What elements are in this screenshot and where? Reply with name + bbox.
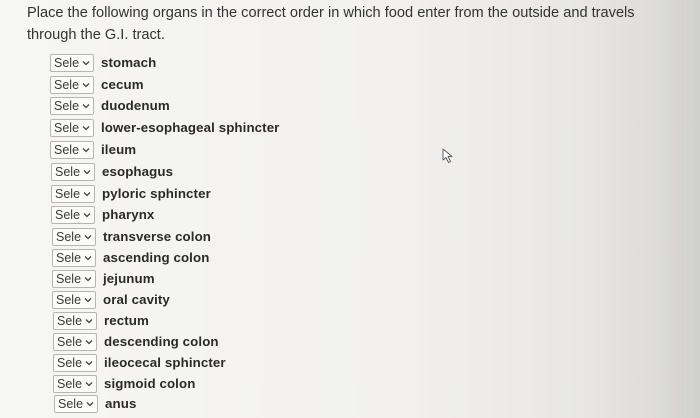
chevron-down-icon — [82, 147, 90, 152]
organ-label: descending colon — [104, 334, 219, 349]
order-select[interactable]: Sele — [52, 227, 96, 246]
list-item: Sele jejunum — [52, 269, 155, 288]
list-item: Sele sigmoid colon — [53, 374, 195, 393]
select-placeholder: Sele — [56, 229, 82, 244]
chevron-down-icon — [83, 191, 91, 196]
organ-label: lower-esophageal sphincter — [101, 120, 280, 135]
select-placeholder: Sele — [55, 207, 81, 222]
chevron-down-icon — [83, 169, 91, 174]
list-item: Sele pyloric sphincter — [51, 184, 211, 203]
organ-label: pyloric sphincter — [102, 186, 211, 201]
order-select[interactable]: Sele — [52, 269, 96, 288]
chevron-down-icon — [84, 255, 92, 260]
list-item: Sele oral cavity — [52, 290, 170, 309]
chevron-down-icon — [82, 82, 90, 87]
list-item: Sele ascending colon — [52, 248, 209, 267]
order-select[interactable]: Sele — [50, 118, 94, 137]
order-select[interactable]: Sele — [51, 205, 95, 224]
organ-label: pharynx — [102, 207, 155, 222]
list-item: Sele rectum — [53, 311, 149, 330]
select-placeholder: Sele — [54, 120, 80, 135]
list-item: Sele duodenum — [50, 96, 170, 115]
order-select[interactable]: Sele — [54, 394, 98, 413]
select-placeholder: Sele — [56, 292, 82, 307]
chevron-down-icon — [84, 276, 92, 281]
list-item: Sele anus — [54, 394, 136, 413]
organ-label: stomach — [101, 55, 157, 70]
chevron-down-icon — [84, 234, 92, 239]
select-placeholder: Sele — [55, 164, 81, 179]
select-placeholder: Sele — [56, 271, 82, 286]
list-item: Sele transverse colon — [52, 227, 211, 246]
list-item: Sele cecum — [50, 75, 144, 94]
chevron-down-icon — [86, 401, 94, 406]
order-select[interactable]: Sele — [50, 75, 94, 94]
organ-label: jejunum — [103, 271, 155, 286]
organ-label: ascending colon — [103, 250, 210, 265]
organ-label: anus — [105, 396, 137, 411]
select-placeholder: Sele — [54, 142, 80, 157]
select-placeholder: Sele — [57, 313, 83, 328]
organ-label: duodenum — [101, 98, 170, 113]
list-item: Sele ileocecal sphincter — [53, 353, 226, 372]
select-placeholder: Sele — [57, 334, 83, 349]
organ-label: esophagus — [102, 164, 174, 179]
order-select[interactable]: Sele — [50, 140, 94, 159]
chevron-down-icon — [85, 318, 93, 323]
order-select[interactable]: Sele — [51, 162, 95, 181]
order-select[interactable]: Sele — [52, 290, 96, 309]
chevron-down-icon — [83, 212, 91, 217]
organ-label: ileum — [101, 142, 137, 157]
order-select[interactable]: Sele — [53, 332, 97, 351]
chevron-down-icon — [85, 360, 93, 365]
organ-label: ileocecal sphincter — [104, 355, 226, 370]
select-placeholder: Sele — [54, 55, 80, 70]
order-select[interactable]: Sele — [50, 53, 94, 72]
list-item: Sele ileum — [50, 140, 136, 159]
chevron-down-icon — [85, 381, 93, 386]
order-select[interactable]: Sele — [53, 374, 97, 393]
question-text: Place the following organs in the correc… — [27, 5, 635, 43]
list-item: Sele stomach — [50, 53, 156, 72]
organ-label: oral cavity — [103, 292, 170, 307]
list-item: Sele lower-esophageal sphincter — [50, 118, 279, 137]
order-select[interactable]: Sele — [51, 184, 95, 203]
select-placeholder: Sele — [54, 98, 80, 113]
order-select[interactable]: Sele — [50, 96, 94, 115]
background-shadow — [580, 0, 700, 418]
select-placeholder: Sele — [57, 376, 83, 391]
select-placeholder: Sele — [58, 396, 84, 411]
list-item: Sele pharynx — [51, 205, 154, 224]
select-placeholder: Sele — [54, 77, 80, 92]
order-select[interactable]: Sele — [53, 353, 97, 372]
chevron-down-icon — [85, 339, 93, 344]
list-item: Sele descending colon — [53, 332, 219, 351]
chevron-down-icon — [82, 125, 90, 130]
organ-label: cecum — [101, 77, 144, 92]
order-select[interactable]: Sele — [52, 248, 96, 267]
chevron-down-icon — [82, 60, 90, 65]
mouse-pointer-icon — [442, 148, 453, 163]
select-placeholder: Sele — [55, 186, 81, 201]
chevron-down-icon — [84, 297, 92, 302]
order-select[interactable]: Sele — [53, 311, 97, 330]
organ-label: rectum — [104, 313, 149, 328]
list-item: Sele esophagus — [51, 162, 173, 181]
organ-label: sigmoid colon — [104, 376, 196, 391]
chevron-down-icon — [82, 103, 90, 108]
select-placeholder: Sele — [56, 250, 82, 265]
organ-label: transverse colon — [103, 229, 212, 244]
select-placeholder: Sele — [57, 355, 83, 370]
